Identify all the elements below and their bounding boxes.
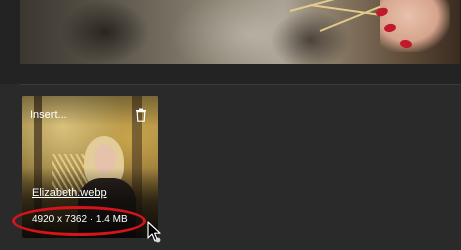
media-gallery: Insert... Elizabeth.webp 4920 x 7362 · 1… xyxy=(0,0,461,250)
media-thumbnail-card[interactable]: Insert... Elizabeth.webp 4920 x 7362 · 1… xyxy=(22,96,158,238)
image-preview xyxy=(20,0,460,64)
trash-icon[interactable] xyxy=(135,108,147,122)
thumbnail-bottom-shade xyxy=(22,168,158,238)
file-dimensions-size: 4920 x 7362 · 1.4 MB xyxy=(32,214,128,225)
preview-background-trunk xyxy=(270,10,350,64)
file-name[interactable]: Elizabeth.webp xyxy=(32,187,107,199)
preview-background-tree xyxy=(60,0,150,64)
panel-divider xyxy=(20,84,461,85)
insert-button[interactable]: Insert... xyxy=(30,109,67,121)
pointer-cursor-icon xyxy=(146,221,166,245)
